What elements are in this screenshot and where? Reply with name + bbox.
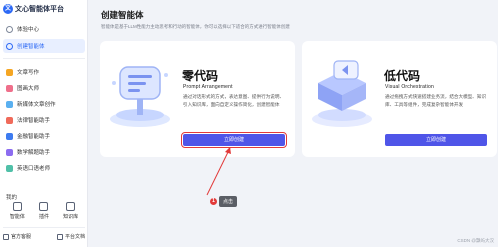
sidebar-item-label: 创建智能体 bbox=[17, 44, 45, 50]
brand-title: 文心智能体平台 bbox=[15, 6, 64, 13]
plus-circle-icon bbox=[6, 42, 13, 50]
math-icon bbox=[6, 148, 13, 156]
sidebar-item-new-media[interactable]: 新媒体文章创作 bbox=[3, 97, 85, 111]
platform-docs-link[interactable]: 平台文档 bbox=[56, 233, 85, 240]
card-description: 通过拖拽方式快速搭建业务流，结合大模型、知识库、工具等组件，完成复杂智能体开发 bbox=[385, 94, 487, 107]
mine-item-knowledge[interactable]: 知识库 bbox=[59, 202, 83, 220]
chat-bubble-illustration-icon bbox=[110, 66, 170, 127]
watermark: CSDN @飘屿大汉 bbox=[457, 238, 494, 243]
page-subtitle: 智能体是基于LLM性能力主动思考和行动的智能体，你可以选择以下适合的方式进行智能… bbox=[101, 24, 290, 29]
brand[interactable]: 文 文心智能体平台 bbox=[3, 3, 64, 15]
sidebar-divider bbox=[3, 227, 85, 228]
low-code-card: 低代码 Visual Orchestration 通过拖拽方式快速搭建业务流，结… bbox=[302, 41, 497, 157]
plugin-icon bbox=[39, 202, 49, 211]
mine-section: 智能体 插件 知识库 bbox=[4, 202, 84, 220]
sidebar-item-painter[interactable]: 图画大师 bbox=[3, 81, 85, 95]
sidebar-item-label: 体验中心 bbox=[17, 27, 40, 33]
zero-code-card: 零代码 Prompt Arrangement 通过对话形式的方式，表达意图、提供… bbox=[100, 41, 295, 157]
mine-item-label: 智能体 bbox=[9, 214, 25, 220]
knowledge-icon bbox=[66, 202, 76, 211]
service-icon bbox=[3, 233, 9, 240]
workflow-block-illustration-icon bbox=[312, 60, 372, 127]
sidebar-item-finance-assistant[interactable]: 金融智能助手 bbox=[3, 129, 85, 143]
footer-label: 官方客服 bbox=[11, 234, 32, 240]
media-icon bbox=[6, 100, 13, 108]
mine-item-agents[interactable]: 智能体 bbox=[5, 202, 29, 220]
sidebar-footer: 官方客服 平台文档 bbox=[3, 233, 85, 240]
customer-service-link[interactable]: 官方客服 bbox=[3, 233, 31, 240]
card-description: 通过对话形式的方式，表达意图、提供行为说明、引入知识库，面向自定义操作简化，创建… bbox=[183, 94, 285, 107]
card-title: 低代码 bbox=[384, 69, 421, 83]
footer-label: 平台文档 bbox=[64, 234, 85, 240]
create-now-button[interactable]: 立即创建 bbox=[385, 134, 487, 146]
tooltip-text: 点击 bbox=[219, 196, 238, 207]
click-hint-tooltip: 1 点击 bbox=[210, 196, 238, 207]
mine-item-plugins[interactable]: 插件 bbox=[32, 202, 56, 220]
law-icon bbox=[6, 116, 13, 124]
page-title: 创建智能体 bbox=[101, 10, 144, 20]
sidebar-item-label: 金融智能助手 bbox=[17, 134, 51, 140]
sidebar-item-label: 文章写作 bbox=[17, 70, 40, 76]
mine-section-label: 我的 bbox=[6, 195, 18, 201]
sidebar-item-experience-center[interactable]: 体验中心 bbox=[3, 22, 85, 36]
sidebar-item-article-writing[interactable]: 文章写作 bbox=[3, 65, 85, 79]
brand-logo-icon: 文 bbox=[3, 4, 13, 14]
mine-item-label: 插件 bbox=[38, 214, 49, 220]
writing-icon bbox=[6, 68, 13, 76]
card-title: 零代码 bbox=[182, 69, 219, 83]
sidebar-item-english-teacher[interactable]: 英语口语老师 bbox=[3, 161, 85, 175]
sidebar-item-math-assistant[interactable]: 数学解题助手 bbox=[3, 145, 85, 159]
sidebar-divider bbox=[3, 58, 85, 59]
english-icon bbox=[6, 164, 13, 172]
create-now-button[interactable]: 立即创建 bbox=[181, 132, 287, 148]
sidebar-item-label: 英语口语老师 bbox=[17, 166, 51, 172]
compass-icon bbox=[6, 25, 13, 33]
painter-icon bbox=[6, 84, 13, 92]
sidebar-item-label: 新媒体文章创作 bbox=[17, 102, 56, 108]
sidebar-item-label: 数学解题助手 bbox=[17, 150, 51, 156]
step-number-badge: 1 bbox=[210, 198, 217, 205]
sidebar-item-label: 图画大师 bbox=[17, 86, 40, 92]
docs-icon bbox=[56, 233, 63, 240]
card-subtitle: Prompt Arrangement bbox=[183, 84, 233, 90]
mine-item-label: 知识库 bbox=[63, 214, 79, 220]
sidebar-item-law-assistant[interactable]: 法律智能助手 bbox=[3, 113, 85, 127]
finance-icon bbox=[6, 132, 13, 140]
agent-icon bbox=[12, 202, 22, 211]
card-subtitle: Visual Orchestration bbox=[385, 84, 434, 90]
sidebar-item-create-agent[interactable]: 创建智能体 bbox=[3, 39, 85, 53]
sidebar: 文 文心智能体平台 体验中心 创建智能体 文章写作 图画大师 新媒体文章创作 法… bbox=[0, 0, 88, 247]
sidebar-item-label: 法律智能助手 bbox=[17, 118, 51, 124]
